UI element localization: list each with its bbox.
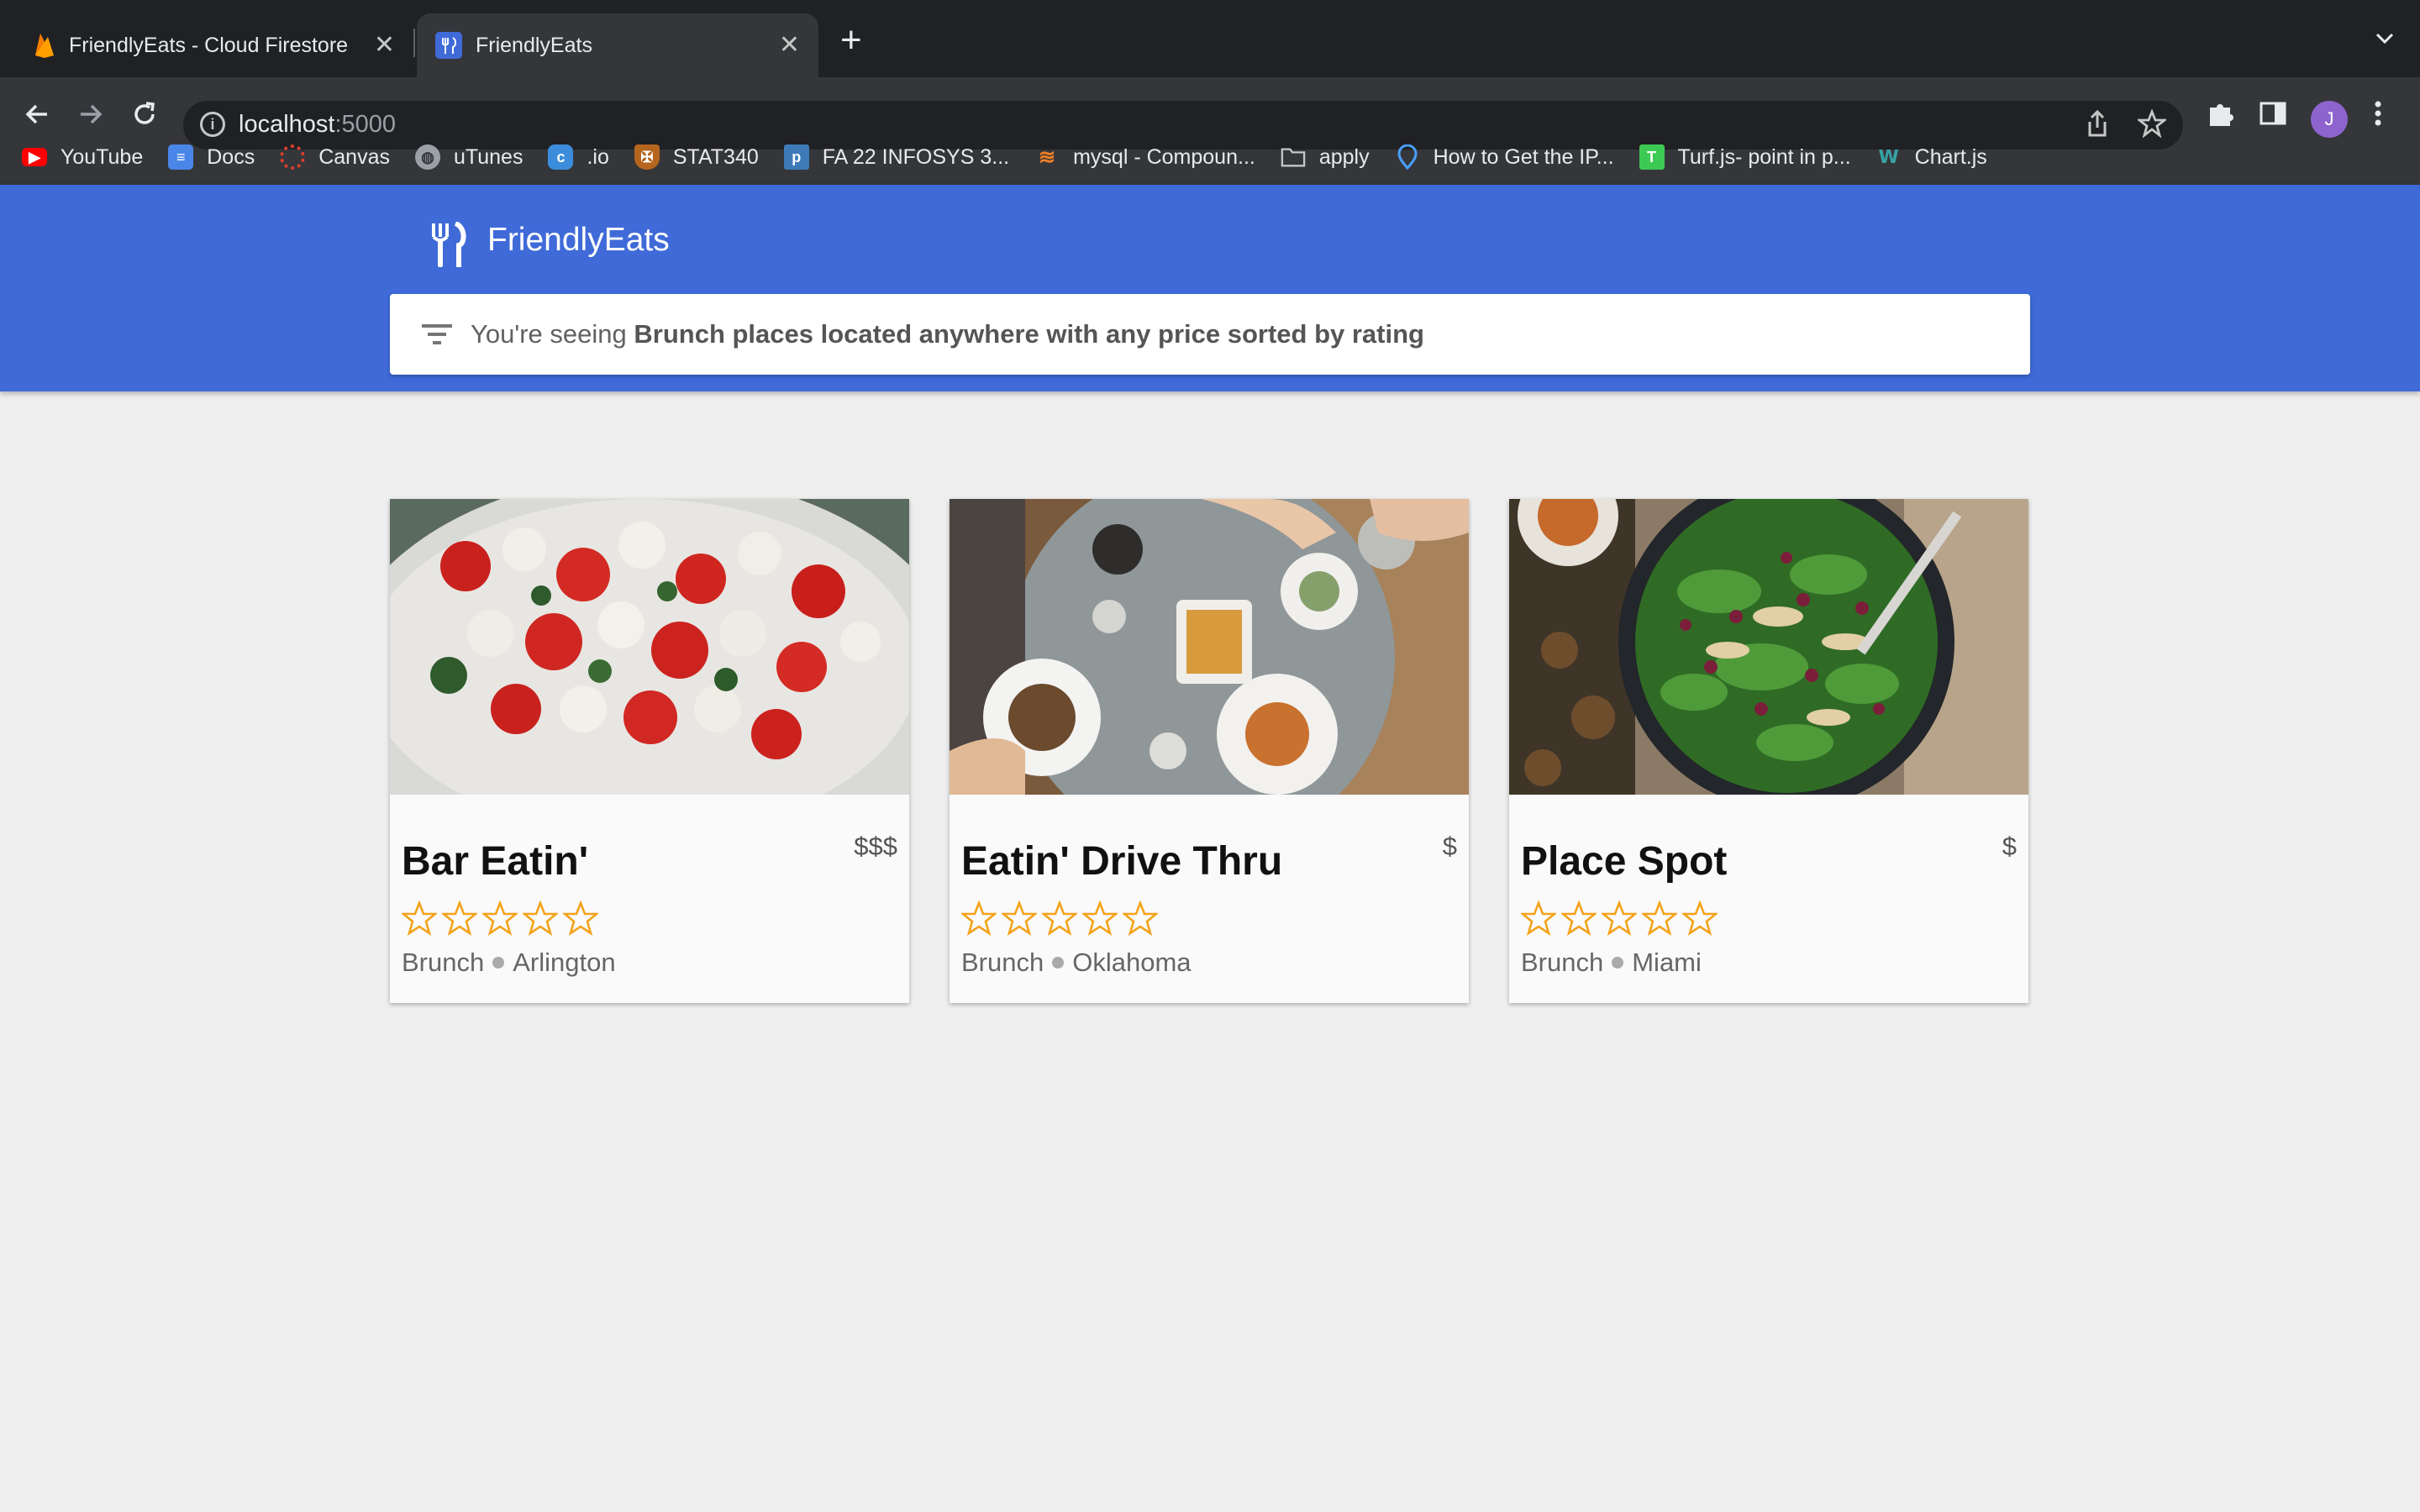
app-title[interactable]: FriendlyEats bbox=[487, 222, 670, 259]
brunch-table-photo bbox=[950, 499, 1469, 795]
restaurant-category: Brunch bbox=[402, 948, 485, 977]
folder-icon bbox=[1281, 144, 1306, 170]
star-outline-icon bbox=[1682, 900, 1718, 936]
tab-friendlyeats[interactable]: FriendlyEats ✕ bbox=[417, 13, 818, 77]
forward-button[interactable] bbox=[66, 89, 116, 139]
restaurant-price: $$$ bbox=[854, 832, 897, 861]
turf-icon: T bbox=[1639, 144, 1665, 170]
side-panel-icon[interactable] bbox=[2259, 99, 2287, 135]
extensions-puzzle-icon[interactable] bbox=[2207, 99, 2235, 135]
filter-bar[interactable]: You're seeing Brunch places located anyw… bbox=[390, 294, 2030, 375]
docs-icon: ≡ bbox=[168, 144, 194, 170]
new-tab-button[interactable]: + bbox=[840, 22, 862, 59]
tab-title: FriendlyEats bbox=[476, 33, 592, 57]
chartjs-icon: 𝗪 bbox=[1878, 146, 1899, 167]
close-tab-icon[interactable]: ✕ bbox=[374, 33, 395, 58]
restaurant-price: $ bbox=[2002, 832, 2017, 861]
tab-search-chevron-icon[interactable] bbox=[2375, 24, 2395, 52]
back-button[interactable] bbox=[12, 89, 62, 139]
reload-button[interactable] bbox=[119, 89, 170, 139]
separator-dot bbox=[1052, 957, 1065, 969]
canvas-icon bbox=[280, 144, 306, 170]
filter-list-icon bbox=[422, 324, 452, 344]
restaurant-meta: Brunch Oklahoma bbox=[961, 948, 1192, 978]
site-info-icon[interactable]: i bbox=[200, 112, 225, 137]
rating-stars bbox=[961, 900, 1163, 936]
bookmark-ip[interactable]: How to Get the IP... bbox=[1395, 144, 1614, 170]
stackoverflow-icon: ≋ bbox=[1039, 145, 1056, 169]
crest-icon: ✠ bbox=[634, 144, 660, 170]
star-outline-icon bbox=[563, 900, 598, 936]
youtube-icon: ▶ bbox=[22, 148, 47, 166]
bookmarks-bar: ▶ YouTube ≡ Docs Canvas ◍ uTunes c .io ✠… bbox=[22, 138, 2420, 176]
restaurant-card[interactable]: Eatin' Drive Thru $ Brunch Oklahoma bbox=[950, 499, 1469, 1003]
star-outline-icon bbox=[482, 900, 518, 936]
restaurant-card[interactable]: Place Spot $ Brunch Miami bbox=[1509, 499, 2028, 1003]
restaurant-city: Oklahoma bbox=[1072, 948, 1192, 977]
star-outline-icon bbox=[1602, 900, 1637, 936]
tab-title: FriendlyEats - Cloud Firestore bbox=[69, 33, 349, 57]
bookmark-chartjs[interactable]: 𝗪 Chart.js bbox=[1876, 144, 1987, 170]
rating-stars bbox=[1521, 900, 1723, 936]
back-arrow-icon bbox=[25, 104, 47, 124]
restaurant-category: Brunch bbox=[961, 948, 1044, 977]
restaurant-meta: Brunch Miami bbox=[1521, 948, 1702, 978]
tab-firestore[interactable]: FriendlyEats - Cloud Firestore ✕ bbox=[13, 13, 413, 77]
bookmark-youtube[interactable]: ▶ YouTube bbox=[22, 145, 143, 170]
profile-avatar[interactable]: J bbox=[2311, 101, 2348, 138]
close-tab-icon[interactable]: ✕ bbox=[779, 33, 800, 58]
bookmark-mysql[interactable]: ≋ mysql - Compoun... bbox=[1034, 144, 1255, 170]
location-icon bbox=[1395, 144, 1420, 170]
star-outline-icon bbox=[1642, 900, 1677, 936]
bookmark-turf[interactable]: T Turf.js- point in p... bbox=[1639, 144, 1851, 170]
restaurant-utensils-icon bbox=[432, 222, 466, 267]
restaurant-name: Place Spot bbox=[1521, 839, 1728, 884]
star-outline-icon bbox=[442, 900, 477, 936]
filter-description: You're seeing Brunch places located anyw… bbox=[471, 319, 1424, 349]
restaurant-name: Bar Eatin' bbox=[402, 839, 589, 884]
spinach-salad-photo bbox=[1509, 499, 2028, 795]
separator-dot bbox=[1612, 957, 1624, 969]
firebase-icon bbox=[35, 34, 54, 58]
star-outline-icon bbox=[961, 900, 997, 936]
restaurant-city: Miami bbox=[1632, 948, 1702, 977]
star-outline-icon bbox=[523, 900, 558, 936]
restaurant-meta: Brunch Arlington bbox=[402, 948, 616, 978]
star-outline-icon bbox=[402, 900, 437, 936]
bookmark-io[interactable]: c .io bbox=[548, 144, 609, 170]
url-text[interactable]: localhost:5000 bbox=[239, 111, 396, 139]
star-outline-icon bbox=[1561, 900, 1597, 936]
app-header: FriendlyEats You're seeing Brunch places… bbox=[0, 185, 2420, 391]
restaurant-price: $ bbox=[1442, 832, 1457, 861]
friendlyeats-icon bbox=[435, 32, 462, 59]
rating-stars bbox=[402, 900, 603, 936]
restaurant-category: Brunch bbox=[1521, 948, 1604, 977]
io-icon: c bbox=[548, 144, 574, 170]
bookmark-infosys[interactable]: p FA 22 INFOSYS 3... bbox=[783, 144, 1009, 170]
star-outline-icon bbox=[1521, 900, 1556, 936]
browser-menu-kebab-icon[interactable] bbox=[2373, 99, 2383, 135]
bookmark-canvas[interactable]: Canvas bbox=[280, 144, 390, 170]
browser-tab-bar: FriendlyEats - Cloud Firestore ✕ Friendl… bbox=[0, 0, 2420, 77]
star-outline-icon bbox=[1002, 900, 1037, 936]
bookmark-stat340[interactable]: ✠ STAT340 bbox=[634, 144, 759, 170]
star-outline-icon bbox=[1082, 900, 1118, 936]
caprese-salad-photo bbox=[390, 499, 909, 795]
tab-divider bbox=[413, 29, 415, 57]
bookmark-utunes[interactable]: ◍ uTunes bbox=[414, 144, 523, 170]
restaurant-name: Eatin' Drive Thru bbox=[961, 839, 1283, 884]
globe-icon: ◍ bbox=[414, 144, 440, 170]
star-outline-icon bbox=[1123, 900, 1158, 936]
restaurant-city: Arlington bbox=[513, 948, 616, 977]
bookmark-folder-apply[interactable]: apply bbox=[1281, 144, 1370, 170]
reload-icon bbox=[134, 102, 155, 124]
separator-dot bbox=[492, 957, 505, 969]
restaurant-card[interactable]: Bar Eatin' $$$ Brunch Arlington bbox=[390, 499, 909, 1003]
bookmark-docs[interactable]: ≡ Docs bbox=[168, 144, 255, 170]
forward-arrow-icon bbox=[81, 104, 103, 124]
star-outline-icon bbox=[1042, 900, 1077, 936]
piazza-icon: p bbox=[783, 144, 809, 170]
